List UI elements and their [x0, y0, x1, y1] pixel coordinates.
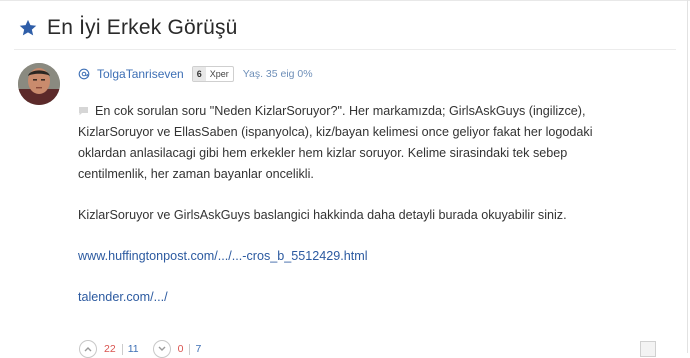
- section-title: En İyi Erkek Görüşü: [47, 16, 238, 39]
- upvote-count: 22: [104, 343, 116, 355]
- author-age: Yaş. 35 eig 0%: [242, 68, 313, 80]
- answer-paragraph: KizlarSoruyor ve GirlsAskGuys baslangici…: [78, 208, 567, 222]
- chevron-up-icon: [84, 347, 92, 352]
- downvote-count: 0: [177, 343, 184, 355]
- section-header: En İyi Erkek Görüşü: [18, 12, 238, 44]
- vote-bar: 22 11 0 7: [79, 340, 201, 358]
- talender-link[interactable]: talender.com/.../: [78, 287, 638, 308]
- male-gender-icon: [78, 68, 90, 80]
- author-username[interactable]: TolgaTanriseven: [97, 67, 184, 81]
- upvote-button[interactable]: [79, 340, 97, 358]
- comment-icon: [79, 107, 88, 116]
- avatar-photo: [18, 63, 60, 105]
- author-meta: TolgaTanriseven 6 Xper Yaş. 35 eig 0%: [78, 66, 313, 82]
- downvote-secondary-count: 7: [195, 343, 202, 355]
- chevron-down-icon: [158, 346, 166, 351]
- xper-level: 6: [192, 67, 206, 81]
- right-divider: [687, 0, 688, 353]
- share-button[interactable]: [640, 341, 656, 357]
- answer-body: En cok sorulan soru "Neden KizlarSoruyor…: [78, 101, 638, 328]
- avatar[interactable]: [18, 63, 60, 105]
- answer-paragraph: En cok sorulan soru "Neden KizlarSoruyor…: [78, 104, 593, 181]
- downvote-button[interactable]: [152, 340, 171, 358]
- xper-level-badge: 6 Xper: [191, 66, 234, 82]
- star-icon: [19, 19, 37, 36]
- header-divider: [14, 49, 676, 50]
- huffingtonpost-link[interactable]: www.huffingtonpost.com/.../...-cros_b_55…: [78, 246, 638, 267]
- xper-rank: Xper: [209, 69, 229, 79]
- top-divider: [0, 0, 690, 1]
- upvote-secondary-count: 11: [127, 343, 139, 355]
